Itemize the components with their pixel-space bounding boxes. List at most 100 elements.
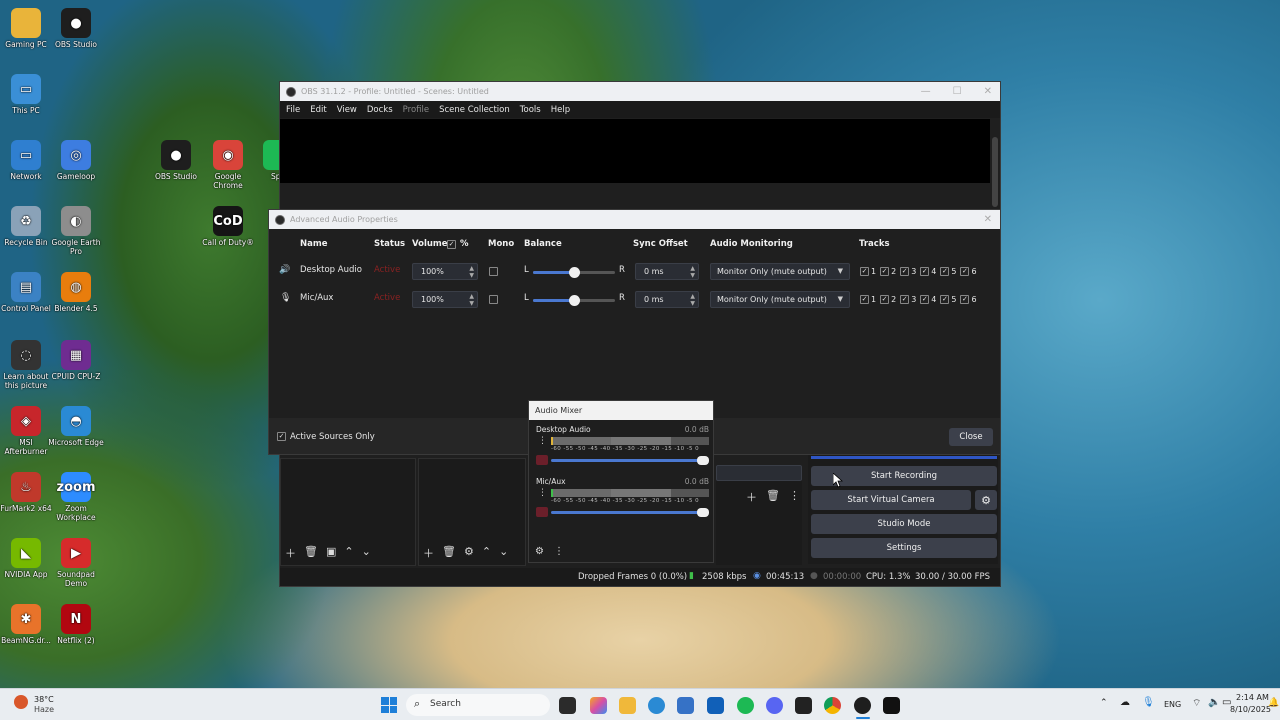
desktop-icon-google-chrome[interactable]: ◉ Google Chrome (200, 140, 256, 190)
menu-profile[interactable]: Profile (403, 105, 429, 115)
desktop-icon-blender[interactable]: ◍ Blender 4.5 (48, 272, 104, 313)
track-checkbox[interactable]: ✓ (860, 295, 869, 304)
track-checkbox[interactable]: ✓ (880, 267, 890, 276)
scene-up-icon[interactable]: ⌃ (344, 545, 353, 561)
sync-offset-input[interactable]: 0 ms ▲ ▼ (635, 291, 699, 308)
active-sources-only-checkbox[interactable]: ✓ (277, 432, 286, 441)
spin-arrows-icon[interactable]: ▲ ▼ (690, 293, 695, 307)
desktop-icon-control-panel[interactable]: ▤ Control Panel (0, 272, 54, 313)
audio-monitoring-select[interactable]: Monitor Only (mute output) ▼ (710, 291, 850, 308)
desktop-icon-furmark[interactable]: ♨ FurMark2 x64 (0, 472, 54, 513)
spin-arrows-icon[interactable]: ▲ ▼ (469, 265, 474, 279)
taskbar-search[interactable]: ⌕ Search (406, 694, 550, 716)
track-3-toggle[interactable]: ✓ 3 (900, 267, 916, 276)
desktop-icon-network[interactable]: ▭ Network (0, 140, 54, 181)
taskbar-cod-icon[interactable] (883, 697, 900, 714)
aap-close-icon[interactable]: ✕ (984, 214, 992, 225)
sync-offset-input[interactable]: 0 ms ▲ ▼ (635, 263, 699, 280)
taskbar-chrome-icon[interactable] (824, 697, 841, 714)
taskbar-store-icon[interactable] (677, 697, 694, 714)
track-5-toggle[interactable]: ✓ 5 (940, 267, 956, 276)
desktop-icon-msi-afterburner[interactable]: ◈ MSI Afterburner (0, 406, 54, 456)
menu-file[interactable]: File (286, 105, 300, 115)
track-6-toggle[interactable]: ✓ 6 (960, 267, 977, 276)
track-4-toggle[interactable]: ✓ 4 (920, 295, 936, 304)
balance-slider[interactable] (533, 295, 615, 306)
track-checkbox[interactable]: ✓ (900, 267, 910, 276)
add-source-icon[interactable]: ＋ (423, 545, 434, 561)
desktop-icon-zoom[interactable]: zoom Zoom Workplace (48, 472, 104, 522)
virtual-camera-settings-button[interactable]: ⚙ (975, 490, 997, 510)
track-checkbox[interactable]: ✓ (920, 267, 930, 276)
volume-percent-checkbox[interactable]: ✓ (447, 240, 456, 249)
desktop-icon-recycle-bin[interactable]: ♻ Recycle Bin (0, 206, 54, 247)
volume-fader[interactable] (551, 456, 709, 465)
mono-checkbox[interactable] (489, 295, 498, 304)
track-checkbox[interactable]: ✓ (960, 295, 970, 304)
track-checkbox[interactable]: ✓ (860, 267, 869, 276)
taskbar-epic-icon[interactable] (795, 697, 812, 714)
mute-speaker-icon[interactable] (536, 507, 548, 517)
track-checkbox[interactable]: ✓ (940, 267, 950, 276)
audio-mixer-title-bar[interactable]: Audio Mixer (529, 401, 713, 420)
desktop-icon-netflix[interactable]: N Netflix (2) (48, 604, 104, 645)
volume-fader-knob[interactable] (697, 456, 709, 465)
track-checkbox[interactable]: ✓ (940, 295, 950, 304)
track-4-toggle[interactable]: ✓ 4 (920, 267, 936, 276)
track-2-toggle[interactable]: ✓ 2 (880, 295, 896, 304)
transition-menu-icon[interactable]: ⋮ (789, 489, 800, 505)
menu-view[interactable]: View (337, 105, 357, 115)
desktop-icon-call-of-duty[interactable]: CoD Call of Duty® (200, 206, 256, 247)
aap-title-bar[interactable]: Advanced Audio Properties ✕ (269, 210, 1000, 229)
scene-down-icon[interactable]: ⌄ (362, 545, 371, 561)
volume-fader-knob[interactable] (697, 508, 709, 517)
source-up-icon[interactable]: ⌃ (482, 545, 491, 561)
desktop-icon-soundpad[interactable]: ▶ Soundpad Demo (48, 538, 104, 588)
track-checkbox[interactable]: ✓ (880, 295, 890, 304)
menu-docks[interactable]: Docks (367, 105, 393, 115)
taskbar-explorer-icon[interactable] (619, 697, 636, 714)
track-3-toggle[interactable]: ✓ 3 (900, 295, 916, 304)
desktop-icon-this-pc[interactable]: ▭ This PC (0, 74, 54, 115)
remove-transition-icon[interactable]: 🗑 (766, 489, 780, 505)
balance-knob[interactable] (569, 267, 580, 278)
tray-network-icon[interactable]: ☁ (1120, 697, 1130, 708)
desktop-icon-gaming-pc[interactable]: Gaming PC (0, 8, 54, 49)
tray-language[interactable]: ENG (1164, 700, 1181, 709)
close-icon[interactable]: ✕ (984, 86, 992, 97)
taskbar-copilot-icon[interactable] (590, 697, 607, 714)
balance-slider[interactable] (533, 267, 615, 278)
desktop-icon-google-earth-pro[interactable]: ◐ Google Earth Pro (48, 206, 104, 256)
channel-menu-icon[interactable]: ⋮ (538, 488, 547, 498)
clock-date[interactable]: 8/10/2025 (1230, 705, 1271, 714)
track-checkbox[interactable]: ✓ (920, 295, 930, 304)
volume-input[interactable]: 100% ▲ ▼ (412, 263, 478, 280)
weather-widget[interactable]: 38°C Haze (10, 693, 70, 717)
windows-start-icon[interactable] (381, 697, 397, 713)
close-button[interactable]: Close (949, 428, 993, 446)
balance-knob[interactable] (569, 295, 580, 306)
add-transition-icon[interactable]: ＋ (746, 489, 757, 505)
desktop-icon-microsoft-edge[interactable]: ◓ Microsoft Edge (48, 406, 104, 447)
maximize-icon[interactable]: ☐ (953, 86, 962, 97)
remove-source-icon[interactable]: 🗑 (442, 545, 456, 561)
taskbar-spotify-icon[interactable] (737, 697, 754, 714)
tray-volume-icon[interactable]: 🔈 (1208, 697, 1220, 708)
preview-scrollbar[interactable] (992, 137, 998, 207)
settings-button[interactable]: Settings (811, 538, 997, 558)
notification-bell-icon[interactable]: 🔔 (1268, 698, 1279, 708)
menu-scene-collection[interactable]: Scene Collection (439, 105, 510, 115)
menu-help[interactable]: Help (551, 105, 570, 115)
add-scene-icon[interactable]: ＋ (285, 545, 296, 561)
track-6-toggle[interactable]: ✓ 6 (960, 295, 977, 304)
menu-edit[interactable]: Edit (310, 105, 326, 115)
spin-arrows-icon[interactable]: ▲ ▼ (469, 293, 474, 307)
source-down-icon[interactable]: ⌄ (499, 545, 508, 561)
desktop-icon-nvidia-app[interactable]: ◣ NVIDIA App (0, 538, 54, 579)
track-checkbox[interactable]: ✓ (900, 295, 910, 304)
track-5-toggle[interactable]: ✓ 5 (940, 295, 956, 304)
mute-speaker-icon[interactable] (536, 455, 548, 465)
taskbar-obs-icon[interactable] (854, 697, 871, 714)
spin-arrows-icon[interactable]: ▲ ▼ (690, 265, 695, 279)
taskbar-edge-icon[interactable] (648, 697, 665, 714)
